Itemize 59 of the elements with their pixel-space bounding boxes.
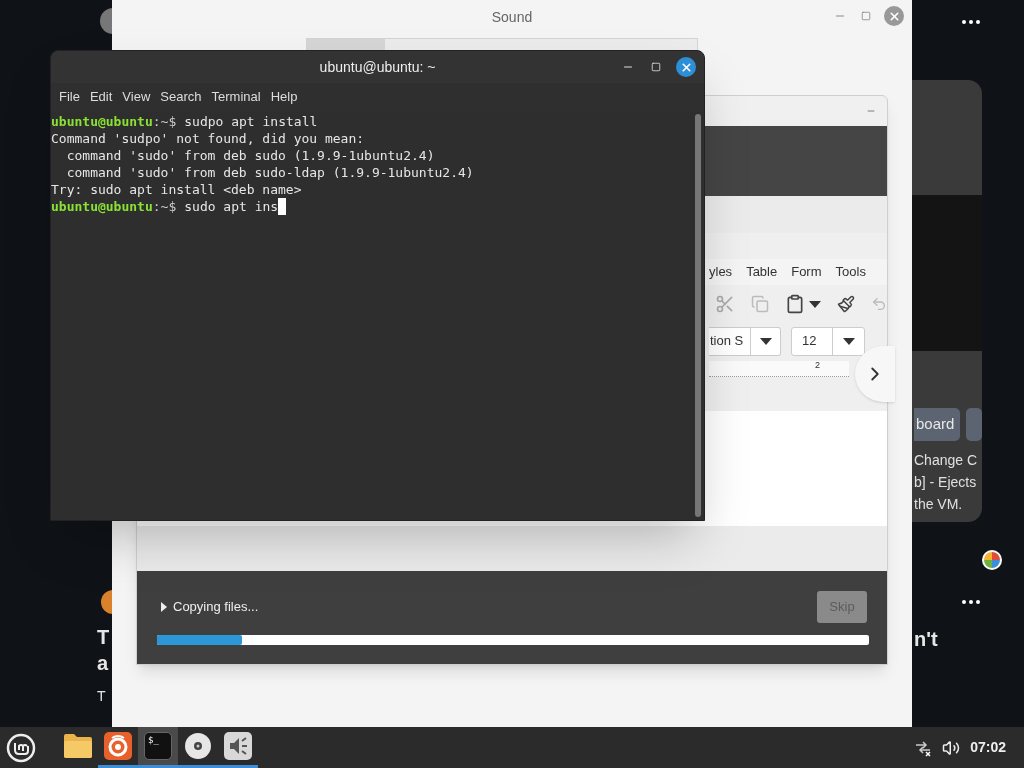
prompt-user: ubuntu@ubuntu bbox=[51, 113, 153, 130]
close-icon bbox=[887, 9, 901, 23]
taskbar-app[interactable]: $_ bbox=[138, 727, 178, 768]
window-title: Sound bbox=[491, 7, 533, 27]
more-icon bbox=[962, 20, 980, 24]
post-text: T bbox=[97, 687, 107, 706]
close-icon bbox=[679, 60, 693, 74]
prompt-path: :~$ bbox=[152, 198, 177, 215]
caret-icon bbox=[759, 337, 772, 345]
post-text: a bbox=[97, 651, 110, 676]
status-text: Copying files... bbox=[173, 598, 259, 617]
font-size-field[interactable]: 12 bbox=[791, 326, 865, 356]
menu-item[interactable]: Tools bbox=[835, 262, 866, 282]
ruler-label: 2 bbox=[815, 359, 820, 372]
prompt-path: :~$ bbox=[152, 113, 177, 130]
menu-item[interactable]: Help bbox=[265, 87, 303, 107]
card-button[interactable]: board bbox=[914, 408, 961, 441]
expander-icon[interactable] bbox=[161, 602, 167, 612]
caret-icon bbox=[809, 300, 821, 308]
terminal-icon: $_ bbox=[144, 732, 172, 760]
menu-item[interactable]: File bbox=[54, 87, 85, 107]
browser-icon bbox=[104, 732, 132, 760]
command-text: sudo apt ins bbox=[183, 198, 279, 215]
logo-icon bbox=[6, 732, 36, 763]
output-line: Try: sudo apt install <deb name> bbox=[51, 181, 303, 198]
caret-icon bbox=[842, 337, 855, 345]
brush-icon[interactable] bbox=[837, 295, 855, 313]
speaker-icon bbox=[224, 732, 252, 760]
card-text: b] - Ejects bbox=[914, 473, 978, 492]
volume-icon[interactable] bbox=[942, 738, 961, 757]
color-wheel-icon bbox=[981, 549, 1003, 571]
menu-item[interactable]: Terminal bbox=[206, 87, 266, 107]
card-text: the VM. bbox=[914, 495, 964, 514]
output-line: Command 'sudpo' not found, did you mean: bbox=[51, 130, 366, 147]
menu-item[interactable]: Form bbox=[791, 262, 822, 282]
window-title: ubuntu@ubuntu: ~ bbox=[319, 57, 436, 77]
command-text: sudpo apt install bbox=[183, 113, 318, 130]
disc-icon bbox=[184, 732, 212, 760]
card-text: Change C bbox=[914, 451, 979, 470]
menu-item[interactable]: Search bbox=[155, 87, 207, 107]
maximize-icon bbox=[861, 11, 871, 21]
post-text: T bbox=[97, 625, 110, 650]
prompt-user: ubuntu@ubuntu bbox=[51, 198, 153, 215]
more-icon bbox=[962, 600, 980, 604]
maximize-icon bbox=[651, 62, 661, 72]
folder-icon bbox=[63, 733, 93, 759]
menu-item[interactable]: Table bbox=[746, 262, 778, 282]
output-line: command 'sudo' from deb sudo-ldap (1.9.9-1ubuntu2.4) bbox=[65, 164, 475, 181]
network-disconnected-icon[interactable] bbox=[914, 738, 933, 757]
menu-item[interactable]: Edit bbox=[84, 87, 118, 107]
paste-icon[interactable] bbox=[785, 294, 805, 314]
output-line: command 'sudo' from deb sudo (1.9.9-1ubuntu2.4) bbox=[65, 147, 436, 164]
post-text: n't bbox=[914, 627, 938, 652]
text-cursor bbox=[278, 198, 287, 215]
menu-item[interactable]: View bbox=[117, 87, 156, 107]
font-name-field[interactable]: tion S bbox=[709, 326, 781, 356]
menu-item[interactable]: yles bbox=[709, 262, 733, 282]
clock[interactable]: 07:02 bbox=[970, 737, 1006, 758]
close-button[interactable] bbox=[676, 57, 696, 77]
